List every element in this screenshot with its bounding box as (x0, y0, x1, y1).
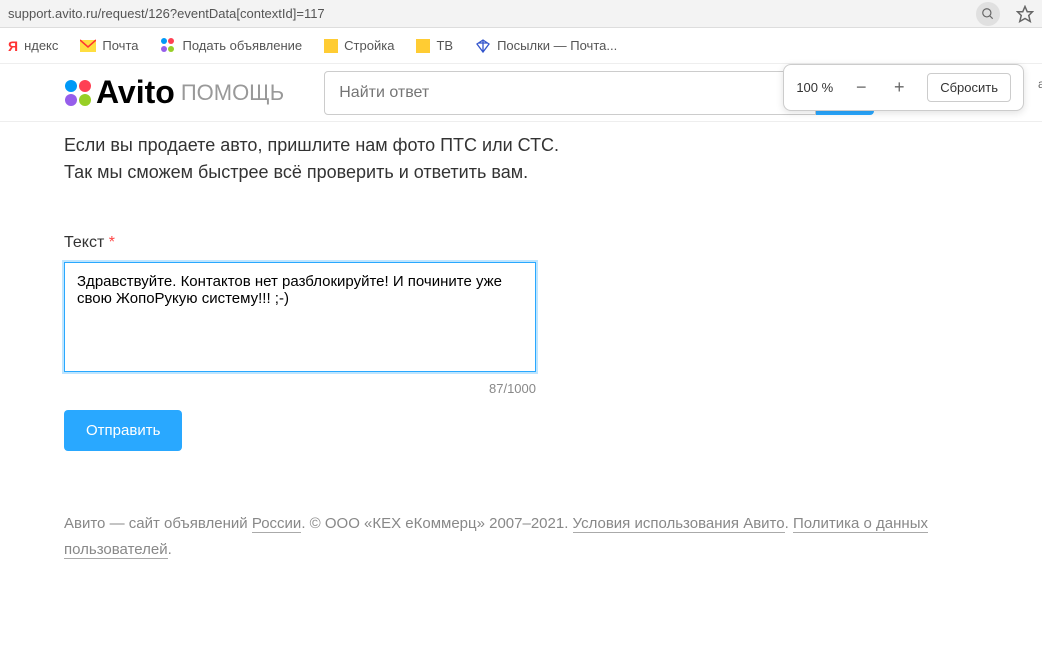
bookmark-mail[interactable]: Почта (80, 38, 138, 54)
url-text[interactable]: support.avito.ru/request/126?eventData[c… (8, 6, 976, 21)
address-bar: support.avito.ru/request/126?eventData[c… (0, 0, 1042, 28)
avito-dots-icon (161, 38, 177, 54)
zoom-in-button[interactable]: + (889, 77, 909, 98)
textarea-label: Текст * (64, 234, 978, 252)
mail-icon (80, 38, 96, 54)
folder-icon (416, 39, 430, 53)
footer: Авито — сайт объявлений России. © ООО «К… (0, 511, 1042, 602)
truncated-text: акл (1038, 77, 1042, 91)
zoom-out-button[interactable]: − (851, 77, 871, 98)
yandex-icon: Я (8, 38, 18, 54)
bookmark-yandex[interactable]: Яндекс (8, 38, 58, 54)
zoom-popup: 100 % − + Сбросить акл (783, 64, 1024, 111)
bookmark-tv[interactable]: ТВ (416, 38, 453, 53)
folder-icon (324, 39, 338, 53)
char-counter: 87/1000 (64, 381, 536, 396)
zoom-reset-button[interactable]: Сбросить (927, 73, 1011, 102)
avito-logo-icon[interactable] (64, 79, 92, 107)
bookmark-stroyka[interactable]: Стройка (324, 38, 394, 53)
zoom-indicator-icon[interactable] (976, 2, 1000, 26)
bookmarks-bar: Яндекс Почта Подать объявление Стройка Т… (0, 28, 1042, 64)
bookmark-post-ad[interactable]: Подать объявление (161, 38, 303, 54)
pochta-icon (475, 38, 491, 54)
footer-link-terms[interactable]: Условия использования Авито (573, 515, 785, 533)
main-content: Если вы продаете авто, пришлите нам фото… (0, 122, 1042, 511)
submit-button[interactable]: Отправить (64, 410, 182, 451)
logo-text[interactable]: Avito (96, 74, 175, 111)
logo-subtitle: помощь (181, 80, 284, 106)
search-input[interactable] (324, 71, 816, 115)
footer-link-russia[interactable]: России (252, 515, 301, 533)
instruction-text: Если вы продаете авто, пришлите нам фото… (64, 132, 584, 186)
star-icon[interactable] (1016, 5, 1034, 23)
message-textarea[interactable] (64, 262, 536, 372)
zoom-percent: 100 % (796, 80, 833, 95)
bookmark-parcels[interactable]: Посылки — Почта... (475, 38, 617, 54)
